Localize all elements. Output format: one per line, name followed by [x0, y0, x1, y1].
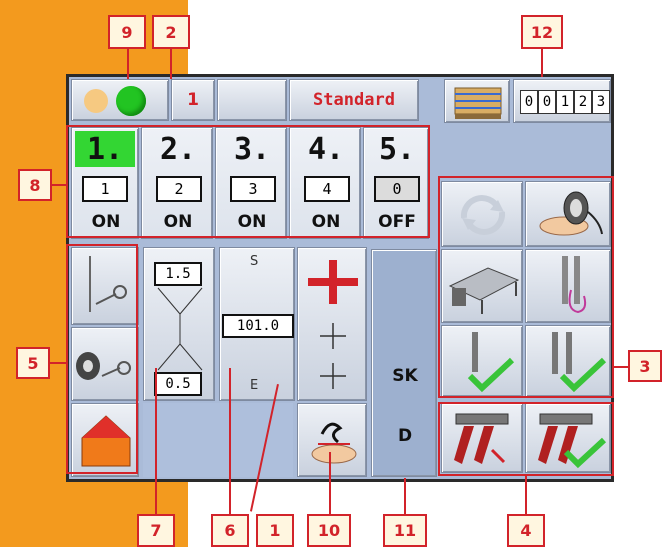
leader-line: [404, 478, 406, 514]
mode-label: Standard: [313, 90, 395, 110]
callout-10: 10: [307, 514, 351, 547]
callout-5: 5: [16, 347, 50, 379]
counter-digit: 1: [556, 90, 574, 114]
signature-hand-button[interactable]: [297, 403, 367, 477]
leader-line: [612, 366, 628, 368]
status-light-off-icon: [84, 89, 108, 113]
leader-line: [541, 49, 543, 77]
callout-8: 8: [18, 169, 52, 201]
leader-line: [127, 49, 129, 79]
leader-line: [329, 452, 331, 514]
piece-counter[interactable]: 0 0 1 2 3: [513, 79, 611, 123]
plus-minus-icon: [308, 260, 358, 389]
callout-12: 12: [521, 15, 563, 49]
leader-line: [52, 184, 68, 186]
counter-digit: 0: [520, 90, 538, 114]
mode-button[interactable]: Standard: [289, 79, 419, 121]
d-label: D: [397, 426, 413, 446]
tension-button[interactable]: [297, 247, 367, 401]
counter-value: 1: [187, 90, 199, 110]
seam-end-letter: E: [250, 378, 259, 393]
seam-start-letter: S: [250, 254, 259, 269]
functions-outline: [438, 176, 614, 398]
curtain-icon: [454, 87, 502, 119]
callout-3: 3: [628, 350, 662, 382]
callout-9: 9: [108, 15, 146, 49]
leader-line: [170, 49, 172, 79]
counter-digit: 3: [592, 90, 610, 114]
clamps-outline: [438, 402, 614, 476]
callout-2: 2: [152, 15, 190, 49]
counter-digit: 0: [538, 90, 556, 114]
callout-4: 4: [507, 514, 545, 547]
tools-outline: [66, 244, 138, 474]
status-light-on-icon: [116, 86, 146, 116]
steps-outline: [66, 125, 430, 238]
callout-6: 6: [211, 514, 249, 547]
bartack-length-button[interactable]: 1.5 0.5: [143, 247, 215, 401]
callout-7: 7: [137, 514, 175, 547]
seam-length-value: 101.0: [222, 314, 294, 338]
leader-line: [50, 362, 68, 364]
sk-d-panel[interactable]: SK D: [371, 249, 437, 477]
leader-line: [525, 476, 527, 514]
bartack-bottom-value: 0.5: [154, 372, 202, 396]
leader-line: [155, 368, 157, 514]
callout-1: 1: [256, 514, 294, 547]
blank-button[interactable]: [217, 79, 287, 121]
curtain-button[interactable]: [444, 79, 510, 123]
status-indicator-button[interactable]: [71, 79, 169, 121]
hand-signature-icon: [311, 422, 357, 464]
leader-line: [229, 368, 231, 514]
callout-11: 11: [383, 514, 427, 547]
sk-label: SK: [392, 366, 418, 386]
counter-button[interactable]: 1: [171, 79, 215, 121]
counter-digit: 2: [574, 90, 592, 114]
